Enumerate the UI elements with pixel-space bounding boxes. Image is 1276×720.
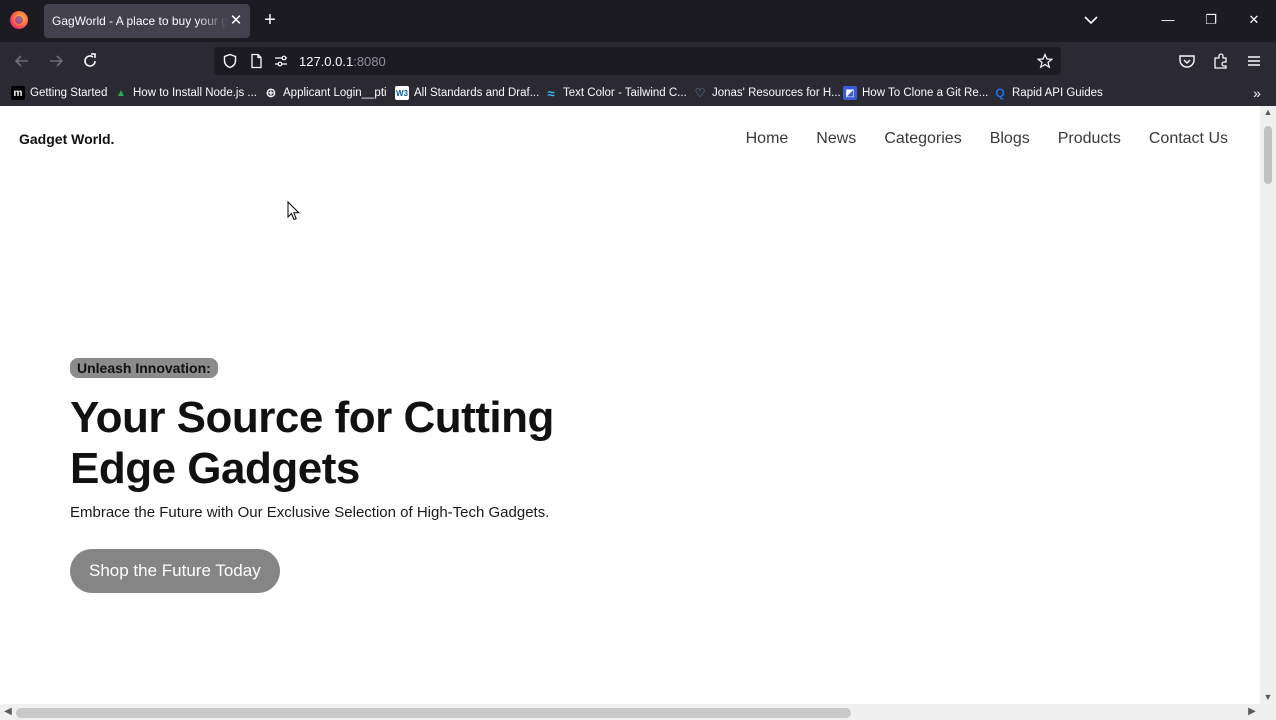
nav-products[interactable]: Products: [1058, 130, 1121, 148]
hero-title-line2: Edge Gadgets: [70, 444, 360, 493]
page-viewport: Gadget World. Home News Categories Blogs…: [0, 106, 1276, 720]
nav-contact-us[interactable]: Contact Us: [1149, 130, 1228, 148]
bookmarks-overflow-button[interactable]: »: [1248, 84, 1266, 102]
url-text[interactable]: 127.0.0.1:8080: [299, 54, 386, 69]
permissions-icon[interactable]: [273, 53, 289, 69]
firefox-logo-icon: [10, 11, 28, 29]
w3c-icon: W3: [395, 86, 409, 100]
page-icon[interactable]: [248, 53, 264, 69]
tab-title: GagWorld - A place to buy your gadgets: [52, 14, 228, 28]
bookmark-label: Applicant Login__pti: [283, 87, 387, 99]
tab-active[interactable]: GagWorld - A place to buy your gadgets ✕: [44, 4, 250, 38]
drive-icon: ▲: [116, 87, 126, 99]
rapidapi-icon: Q: [995, 86, 1005, 100]
tailwind-icon: ≈: [547, 85, 555, 101]
nav-blogs[interactable]: Blogs: [990, 130, 1030, 148]
site-navigation: Home News Categories Blogs Products Cont…: [746, 130, 1228, 148]
bookmark-0[interactable]: m Getting Started: [11, 84, 107, 102]
forward-button[interactable]: [46, 51, 66, 71]
scroll-left-icon[interactable]: ◀: [3, 707, 13, 717]
tab-bar: GagWorld - A place to buy your gadgets ✕…: [0, 0, 1276, 42]
shield-icon[interactable]: [222, 53, 238, 69]
extensions-button[interactable]: [1211, 51, 1231, 71]
pocket-icon: [1179, 55, 1195, 68]
nav-categories[interactable]: Categories: [884, 130, 961, 148]
pocket-button[interactable]: [1177, 51, 1197, 71]
bookmark-3[interactable]: W3 All Standards and Draf...: [395, 84, 539, 102]
hero-badge: Unleash Innovation:: [70, 358, 218, 378]
url-port: :8080: [353, 54, 386, 69]
reload-icon: [84, 53, 96, 67]
vertical-scrollbar[interactable]: ▲ ▼: [1260, 106, 1276, 704]
restore-button[interactable]: ❐: [1202, 11, 1220, 29]
scroll-down-icon[interactable]: ▼: [1263, 692, 1273, 702]
chevron-down-icon: [1084, 16, 1098, 25]
nav-home[interactable]: Home: [746, 130, 789, 148]
mouse-cursor-icon: [287, 201, 301, 221]
bookmark-label: All Standards and Draf...: [414, 87, 540, 99]
bookmark-1[interactable]: ▲ How to Install Node.js ...: [114, 84, 257, 102]
nav-news[interactable]: News: [816, 130, 856, 148]
navigation-toolbar: 127.0.0.1:8080: [0, 42, 1276, 80]
globe-icon: ⊕: [265, 85, 277, 100]
url-bar[interactable]: 127.0.0.1:8080: [214, 47, 1061, 75]
scroll-up-icon[interactable]: ▲: [1263, 107, 1273, 117]
bookmark-label: Jonas' Resources for H...: [712, 87, 841, 99]
arrow-left-icon: [14, 55, 28, 67]
bookmark-label: Text Color - Tailwind C...: [563, 87, 687, 99]
bookmark-2[interactable]: ⊕ Applicant Login__pti: [264, 84, 387, 102]
bookmark-label: Rapid API Guides: [1012, 87, 1103, 99]
bookmark-7[interactable]: Q Rapid API Guides: [993, 84, 1103, 102]
heart-icon: ♡: [694, 86, 706, 100]
bookmark-5[interactable]: ♡ Jonas' Resources for H...: [693, 84, 841, 102]
page-icon: ◩: [843, 86, 857, 100]
hero-title-line1: Your Source for Cutting: [70, 393, 554, 442]
arrow-right-icon: [50, 55, 64, 67]
horizontal-scrollbar[interactable]: ◀ ▶: [0, 704, 1276, 720]
bookmarks-toolbar: m Getting Started ▲ How to Install Node.…: [0, 80, 1276, 106]
hero-section: Unleash Innovation: Your Source for Cutt…: [70, 358, 690, 593]
scroll-right-icon[interactable]: ▶: [1247, 707, 1257, 717]
bookmark-star-icon[interactable]: [1037, 53, 1053, 69]
back-button[interactable]: [12, 51, 32, 71]
shop-now-button[interactable]: Shop the Future Today: [70, 549, 280, 593]
bookmark-label: How to Install Node.js ...: [133, 87, 257, 99]
bookmark-label: Getting Started: [30, 87, 108, 99]
vertical-scroll-thumb[interactable]: [1264, 126, 1272, 184]
hero-subtitle: Embrace the Future with Our Exclusive Se…: [70, 504, 550, 521]
minimize-button[interactable]: —: [1159, 11, 1177, 29]
bookmark-4[interactable]: ≈ Text Color - Tailwind C...: [544, 84, 687, 102]
hero-title: Your Source for Cutting Edge Gadgets: [70, 392, 690, 494]
puzzle-icon: [1214, 53, 1227, 69]
bookmark-label: How To Clone a Git Re...: [862, 87, 989, 99]
horizontal-scroll-thumb[interactable]: [16, 708, 851, 718]
bookmark-6[interactable]: ◩ How To Clone a Git Re...: [843, 84, 988, 102]
medium-icon: m: [11, 86, 25, 100]
url-host: 127.0.0.1: [299, 54, 354, 69]
new-tab-button[interactable]: +: [260, 10, 280, 32]
menu-button[interactable]: [1244, 51, 1264, 71]
list-all-tabs-button[interactable]: [1082, 11, 1100, 29]
close-tab-icon[interactable]: ✕: [228, 12, 244, 30]
close-window-button[interactable]: ✕: [1245, 11, 1263, 29]
site-logo[interactable]: Gadget World.: [19, 131, 114, 147]
reload-button[interactable]: [80, 51, 100, 71]
hamburger-icon: [1248, 56, 1260, 66]
